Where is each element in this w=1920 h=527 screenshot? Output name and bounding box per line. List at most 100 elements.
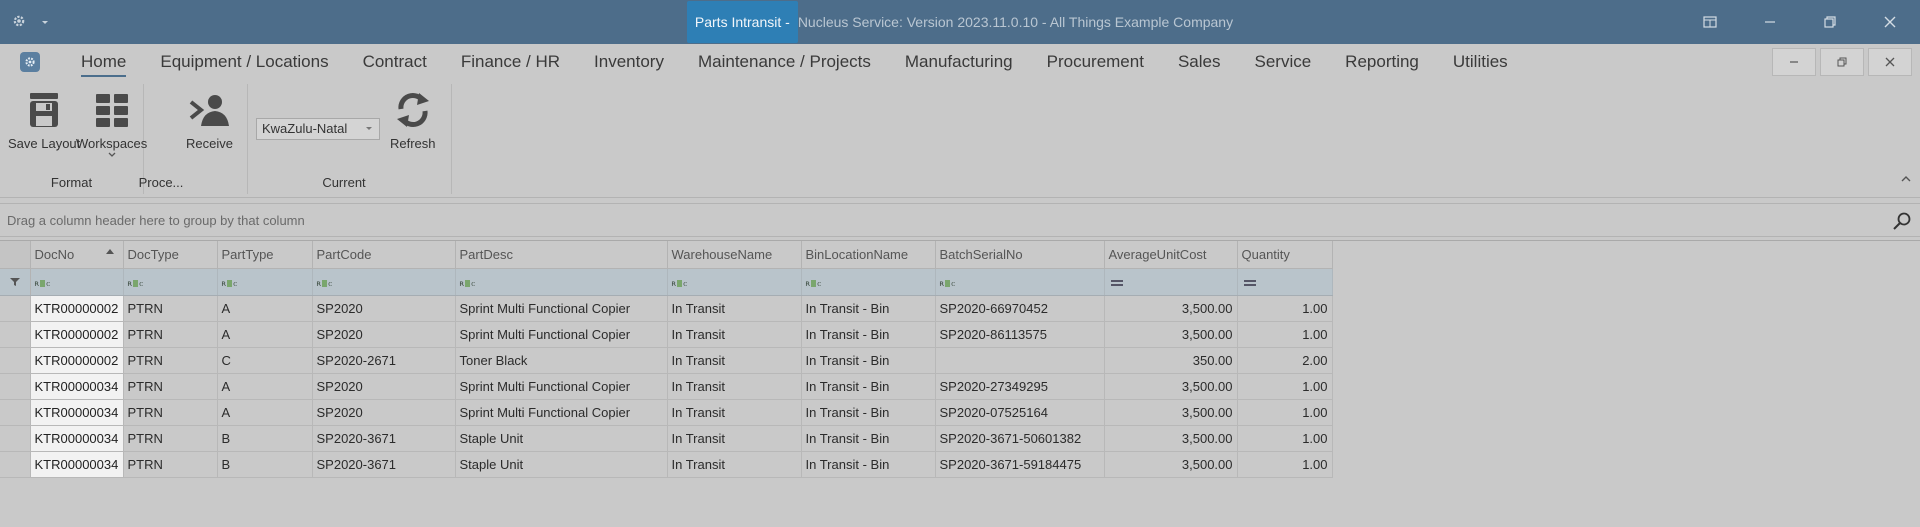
cell-docno[interactable]: KTR00000034 (30, 373, 124, 400)
cell-doctype[interactable]: PTRN (123, 295, 218, 322)
mdi-close-icon[interactable] (1868, 48, 1912, 76)
cell-binlocationname[interactable]: In Transit - Bin (801, 321, 936, 348)
cell-binlocationname[interactable]: In Transit - Bin (801, 295, 936, 322)
table-row[interactable]: KTR00000002 PTRN A SP2020 Sprint Multi Funct… (0, 321, 1333, 348)
column-header-warehousename[interactable]: WarehouseName (667, 241, 802, 269)
cell-doctype[interactable]: PTRN (123, 451, 218, 478)
cell-quantity[interactable]: 1.00 (1237, 295, 1333, 322)
app-logo-icon[interactable] (20, 52, 40, 72)
collapse-ribbon-icon[interactable] (1900, 172, 1912, 187)
cell-partdesc[interactable]: Sprint Multi Functional Copier (455, 399, 668, 426)
cell-averageunitcost[interactable]: 3,500.00 (1104, 399, 1238, 426)
menu-item-equipment-locations[interactable]: Equipment / Locations (143, 44, 345, 80)
table-row[interactable]: KTR00000034 PTRN A SP2020 Sprint Multi Funct… (0, 399, 1333, 426)
filter-cell-averageunitcost[interactable] (1104, 268, 1238, 296)
menu-item-home[interactable]: Home (64, 44, 143, 80)
menu-item-manufacturing[interactable]: Manufacturing (888, 44, 1030, 80)
cell-partdesc[interactable]: Staple Unit (455, 451, 668, 478)
cell-partcode[interactable]: SP2020 (312, 373, 456, 400)
row-indicator[interactable] (0, 451, 31, 478)
cell-warehousename[interactable]: In Transit (667, 373, 802, 400)
cell-doctype[interactable]: PTRN (123, 347, 218, 374)
cell-parttype[interactable]: B (217, 425, 313, 452)
cell-batchserialno[interactable] (935, 347, 1105, 374)
menu-item-finance-hr[interactable]: Finance / HR (444, 44, 577, 80)
cell-partdesc[interactable]: Staple Unit (455, 425, 668, 452)
cell-averageunitcost[interactable]: 3,500.00 (1104, 321, 1238, 348)
filter-cell-partcode[interactable]: ʀᴄ (312, 268, 456, 296)
menu-item-maintenance-projects[interactable]: Maintenance / Projects (681, 44, 888, 80)
filter-cell-parttype[interactable]: ʀᴄ (217, 268, 313, 296)
column-header-doctype[interactable]: DocType (123, 241, 218, 269)
cell-docno[interactable]: KTR00000034 (30, 451, 124, 478)
region-select[interactable]: KwaZulu-Natal (256, 118, 380, 140)
cell-quantity[interactable]: 2.00 (1237, 347, 1333, 374)
cell-warehousename[interactable]: In Transit (667, 451, 802, 478)
cell-warehousename[interactable]: In Transit (667, 347, 802, 374)
cell-partcode[interactable]: SP2020-3671 (312, 451, 456, 478)
column-header-quantity[interactable]: Quantity (1237, 241, 1333, 269)
column-header-partcode[interactable]: PartCode (312, 241, 456, 269)
row-indicator[interactable] (0, 321, 31, 348)
cell-averageunitcost[interactable]: 3,500.00 (1104, 295, 1238, 322)
refresh-button[interactable]: Refresh (390, 88, 436, 151)
cell-partdesc[interactable]: Sprint Multi Functional Copier (455, 373, 668, 400)
group-by-panel[interactable]: Drag a column header here to group by th… (0, 203, 1920, 237)
menu-item-inventory[interactable]: Inventory (577, 44, 681, 80)
filter-cell-docno[interactable]: ʀᴄ (30, 268, 124, 296)
cell-batchserialno[interactable]: SP2020-3671-50601382 (935, 425, 1105, 452)
minimize-icon[interactable] (1740, 0, 1800, 44)
cell-parttype[interactable]: A (217, 399, 313, 426)
mdi-restore-icon[interactable] (1820, 48, 1864, 76)
cell-binlocationname[interactable]: In Transit - Bin (801, 373, 936, 400)
cell-binlocationname[interactable]: In Transit - Bin (801, 399, 936, 426)
column-header-batchserialno[interactable]: BatchSerialNo (935, 241, 1105, 269)
filter-cell-warehousename[interactable]: ʀᴄ (667, 268, 802, 296)
cell-quantity[interactable]: 1.00 (1237, 399, 1333, 426)
cell-doctype[interactable]: PTRN (123, 399, 218, 426)
cell-partcode[interactable]: SP2020 (312, 295, 456, 322)
cell-partdesc[interactable]: Sprint Multi Functional Copier (455, 321, 668, 348)
ribbon-toggle-icon[interactable] (1680, 0, 1740, 44)
column-header-docno[interactable]: DocNo (30, 241, 124, 269)
cell-partdesc[interactable]: Sprint Multi Functional Copier (455, 295, 668, 322)
cell-parttype[interactable]: C (217, 347, 313, 374)
column-header-parttype[interactable]: PartType (217, 241, 313, 269)
cell-doctype[interactable]: PTRN (123, 425, 218, 452)
cell-quantity[interactable]: 1.00 (1237, 425, 1333, 452)
cell-warehousename[interactable]: In Transit (667, 425, 802, 452)
cell-quantity[interactable]: 1.00 (1237, 451, 1333, 478)
cell-partdesc[interactable]: Toner Black (455, 347, 668, 374)
column-header-binlocationname[interactable]: BinLocationName (801, 241, 936, 269)
cell-binlocationname[interactable]: In Transit - Bin (801, 347, 936, 374)
filter-cell-batchserialno[interactable]: ʀᴄ (935, 268, 1105, 296)
cell-quantity[interactable]: 1.00 (1237, 321, 1333, 348)
close-icon[interactable] (1860, 0, 1920, 44)
filter-cell-binlocationname[interactable]: ʀᴄ (801, 268, 936, 296)
cell-doctype[interactable]: PTRN (123, 373, 218, 400)
cell-parttype[interactable]: A (217, 321, 313, 348)
cell-partcode[interactable]: SP2020-3671 (312, 425, 456, 452)
cell-averageunitcost[interactable]: 3,500.00 (1104, 373, 1238, 400)
column-header-averageunitcost[interactable]: AverageUnitCost (1104, 241, 1238, 269)
row-indicator[interactable] (0, 425, 31, 452)
cell-averageunitcost[interactable]: 3,500.00 (1104, 425, 1238, 452)
cell-partcode[interactable]: SP2020 (312, 321, 456, 348)
filter-cell-doctype[interactable]: ʀᴄ (123, 268, 218, 296)
row-indicator[interactable] (0, 295, 31, 322)
restore-icon[interactable] (1800, 0, 1860, 44)
menu-item-procurement[interactable]: Procurement (1030, 44, 1161, 80)
row-indicator[interactable] (0, 373, 31, 400)
search-icon[interactable] (1892, 211, 1912, 231)
cell-batchserialno[interactable]: SP2020-3671-59184475 (935, 451, 1105, 478)
cell-binlocationname[interactable]: In Transit - Bin (801, 451, 936, 478)
cell-warehousename[interactable]: In Transit (667, 321, 802, 348)
receive-button[interactable]: Receive (186, 88, 233, 151)
table-row[interactable]: KTR00000034 PTRN B SP2020-3671 Staple Unit In… (0, 451, 1333, 478)
cell-parttype[interactable]: A (217, 295, 313, 322)
menu-item-contract[interactable]: Contract (346, 44, 444, 80)
menu-item-utilities[interactable]: Utilities (1436, 44, 1525, 80)
cell-warehousename[interactable]: In Transit (667, 295, 802, 322)
table-row[interactable]: KTR00000002 PTRN C SP2020-2671 Toner Black In… (0, 347, 1333, 374)
table-row[interactable]: KTR00000002 PTRN A SP2020 Sprint Multi Funct… (0, 295, 1333, 322)
